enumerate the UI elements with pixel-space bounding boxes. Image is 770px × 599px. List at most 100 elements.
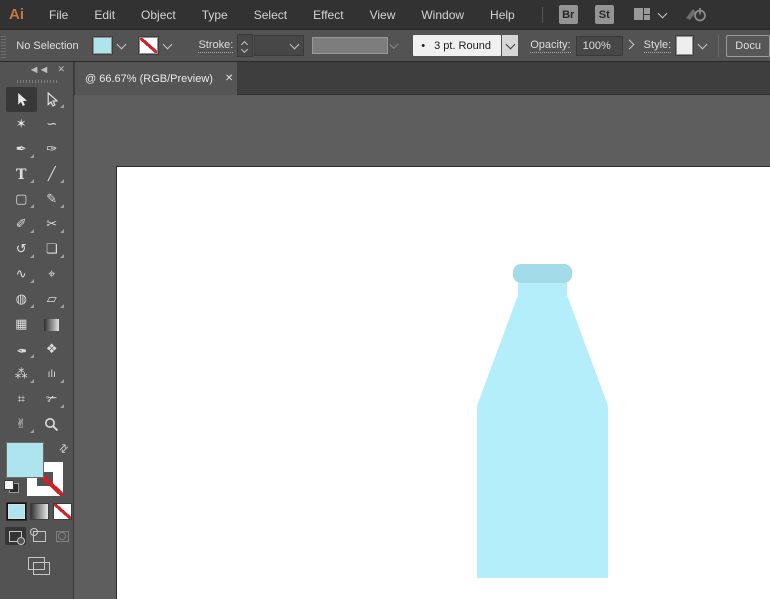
gradient-button[interactable] [31, 504, 48, 519]
default-fill-stroke-icon[interactable] [4, 480, 19, 493]
drawing-modes-row [0, 527, 73, 545]
tool-type[interactable]: T [6, 162, 37, 187]
menu-view[interactable]: View [357, 0, 409, 29]
artboard[interactable] [116, 166, 770, 599]
variable-width-profile-dropdown[interactable] [311, 37, 388, 54]
stroke-weight-dropdown[interactable] [253, 35, 304, 56]
rotate-icon: ↺ [15, 242, 27, 257]
tool-perspective-grid[interactable]: ▱ [37, 287, 68, 312]
tool-rectangle[interactable]: ▢ [6, 187, 37, 212]
stroke-dropdown-button[interactable] [161, 36, 174, 55]
tool-lasso[interactable]: ∽ [37, 112, 68, 137]
menu-select[interactable]: Select [241, 0, 300, 29]
style-label[interactable]: Style: [643, 38, 672, 53]
bridge-button[interactable]: Br [558, 5, 578, 24]
menu-help[interactable]: Help [477, 0, 528, 29]
draw-behind-button[interactable] [29, 527, 50, 545]
chevron-down-icon[interactable] [657, 8, 668, 18]
close-panel-icon[interactable]: ✕ [57, 64, 65, 75]
tool-shape-builder[interactable]: ◍ [6, 287, 37, 312]
pasteboard[interactable] [0, 95, 770, 599]
style-dropdown-button[interactable] [696, 36, 709, 55]
document-setup-button[interactable]: Docu [726, 34, 770, 57]
brush-dropdown-button[interactable] [502, 35, 519, 56]
tool-scissors[interactable]: ✂ [37, 212, 68, 237]
tool-column-graph[interactable]: ılı [37, 362, 68, 387]
fill-dropdown-button[interactable] [115, 36, 128, 55]
tool-zoom[interactable] [37, 412, 68, 437]
tool-line-segment[interactable]: ╱ [37, 162, 68, 187]
document-tab-bar: @ 66.67% (RGB/Preview) ✕ [0, 62, 770, 95]
curvature-icon: ✑ [46, 142, 58, 157]
fill-color-swatch[interactable] [92, 37, 113, 54]
magic-wand-icon: ✶ [15, 117, 27, 132]
document-tab[interactable]: @ 66.67% (RGB/Preview) ✕ [75, 62, 237, 95]
draw-inside-button[interactable] [52, 527, 73, 545]
tool-hand[interactable]: ✌ [6, 412, 37, 437]
tool-symbol-sprayer[interactable]: ⁂ [6, 362, 37, 387]
stock-button[interactable]: St [594, 5, 614, 24]
tool-blend[interactable]: ❖ [37, 337, 68, 362]
workspace-switcher-icon[interactable] [633, 8, 651, 21]
tool-slice[interactable]: ✃ [37, 387, 68, 412]
menu-window[interactable]: Window [408, 0, 477, 29]
opacity-label[interactable]: Opacity: [530, 38, 571, 53]
controlbar-divider [718, 34, 720, 57]
scale-icon: ❏ [45, 242, 58, 257]
mesh-icon: ▦ [15, 317, 28, 332]
type-icon: T [16, 166, 27, 183]
tool-mesh[interactable]: ▦ [6, 312, 37, 337]
tool-direct-selection[interactable] [37, 87, 68, 112]
artboard-icon: ⌗ [17, 392, 25, 407]
bottle-body-shape[interactable] [477, 283, 608, 578]
tool-eyedropper[interactable]: ✒ [6, 337, 37, 362]
width-icon: ∿ [15, 267, 27, 282]
menu-object[interactable]: Object [128, 0, 189, 29]
tool-pen[interactable]: ✒ [6, 137, 37, 162]
brush-name: 3 pt. Round [434, 39, 491, 52]
draw-normal-button[interactable] [5, 527, 26, 545]
menu-type[interactable]: Type [189, 0, 241, 29]
tool-magic-wand[interactable]: ✶ [6, 112, 37, 137]
pen-icon: ✒ [15, 142, 27, 157]
graphic-style-swatch[interactable] [676, 36, 694, 55]
gradient-icon [44, 318, 60, 331]
color-button[interactable] [8, 504, 25, 519]
tool-puppet-warp[interactable]: ⌖ [37, 262, 68, 287]
chevron-down-icon [289, 39, 300, 49]
tool-scale[interactable]: ❏ [37, 237, 68, 262]
brush-definition-dropdown[interactable]: • 3 pt. Round [413, 35, 519, 56]
tool-selection[interactable] [6, 87, 37, 112]
panel-drag-grip[interactable] [16, 80, 57, 83]
puppet-warp-icon: ⌖ [48, 267, 56, 282]
tool-curvature[interactable]: ✑ [37, 137, 68, 162]
menu-edit[interactable]: Edit [81, 0, 128, 29]
menu-file[interactable]: File [36, 0, 81, 29]
screen-mode-icon[interactable] [28, 557, 50, 575]
panel-grip[interactable] [1, 33, 7, 58]
scissors-icon: ✂ [46, 217, 58, 232]
bottle-cap-shape[interactable] [513, 264, 572, 283]
menu-effect[interactable]: Effect [300, 0, 356, 29]
opacity-input[interactable]: 100% [575, 35, 624, 56]
gpu-performance-icon[interactable] [684, 6, 710, 23]
tool-artboard[interactable]: ⌗ [6, 387, 37, 412]
stroke-weight-stepper[interactable] [237, 34, 253, 57]
fill-swatch[interactable] [7, 443, 43, 477]
tool-width[interactable]: ∿ [6, 262, 37, 287]
tool-grid: ✶ ∽ ✒ ✑ T ╱ ▢ ✎ ✐ ✂ ↺ ❏ ∿ ⌖ ◍ ▱ ▦ ✒ ❖ ⁂ ılı ⌗ ✃ ✌ [0, 87, 73, 437]
control-bar: No Selection Stroke: • 3 pt. Round Opaci… [0, 30, 770, 62]
tool-rotate[interactable]: ↺ [6, 237, 37, 262]
close-tab-icon[interactable]: ✕ [225, 73, 233, 84]
tool-gradient[interactable] [37, 312, 68, 337]
collapse-panel-icon[interactable]: ◄◄ [29, 64, 50, 75]
shape-builder-icon: ◍ [15, 292, 27, 307]
stroke-color-swatch[interactable] [138, 37, 159, 54]
swap-fill-stroke-icon[interactable]: ⇄ [56, 441, 71, 456]
stroke-weight-label[interactable]: Stroke: [198, 38, 234, 53]
chevron-down-icon [389, 39, 399, 49]
none-button[interactable] [54, 504, 71, 519]
tool-paintbrush[interactable]: ✎ [37, 187, 68, 212]
tool-shaper[interactable]: ✐ [6, 212, 37, 237]
opacity-options-button[interactable] [623, 39, 635, 49]
